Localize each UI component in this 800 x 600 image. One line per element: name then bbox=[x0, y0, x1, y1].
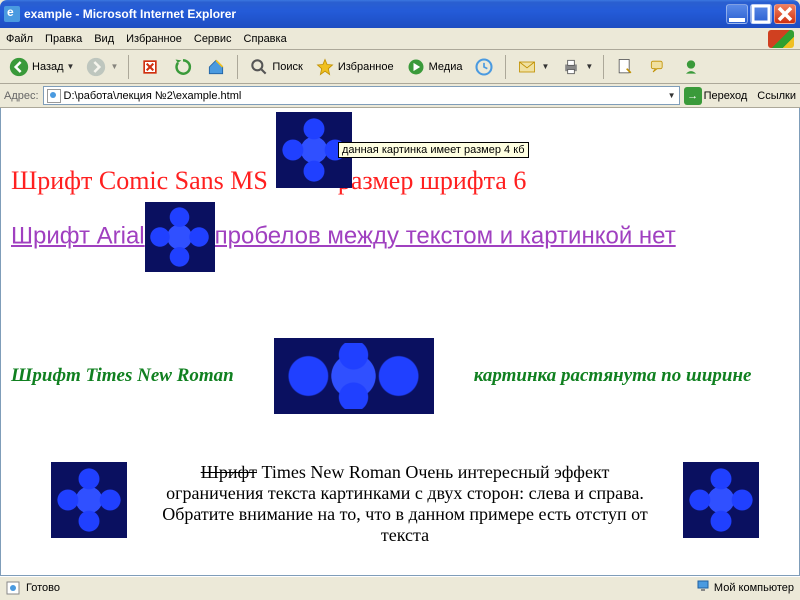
ornament-image-stretched bbox=[274, 338, 434, 414]
go-label: Переход bbox=[704, 90, 748, 102]
messenger-button[interactable] bbox=[676, 54, 706, 80]
window-titlebar: example - Microsoft Internet Explorer bbox=[0, 0, 800, 28]
search-button[interactable]: Поиск bbox=[244, 54, 306, 80]
ornament-image-inline bbox=[145, 202, 215, 272]
times-left-text: Шрифт Times New Roman bbox=[11, 365, 234, 387]
arial-line[interactable]: Шрифт Arial пробелов между текстом и карт… bbox=[11, 202, 789, 272]
chevron-down-icon: ▼ bbox=[110, 62, 118, 71]
search-icon bbox=[248, 56, 270, 78]
computer-icon bbox=[696, 579, 710, 596]
menu-help[interactable]: Справка bbox=[244, 33, 287, 45]
close-button[interactable] bbox=[774, 4, 796, 24]
chevron-down-icon: ▼ bbox=[541, 62, 549, 71]
arial-left-text: Шрифт Arial bbox=[11, 222, 145, 249]
history-button[interactable] bbox=[469, 54, 499, 80]
page-icon bbox=[47, 89, 61, 103]
address-bar: Адрес: D:\работа\лекция №2\example.html … bbox=[0, 84, 800, 108]
ie-logo-icon bbox=[4, 6, 20, 22]
chevron-down-icon: ▼ bbox=[67, 62, 75, 71]
arial-right-text: пробелов между текстом и картинкой нет bbox=[215, 222, 676, 249]
media-button[interactable]: Медиа bbox=[401, 54, 467, 80]
status-zone: Мой компьютер bbox=[714, 582, 794, 594]
media-label: Медиа bbox=[429, 61, 463, 73]
menu-file[interactable]: Файл bbox=[6, 33, 33, 45]
mail-icon bbox=[516, 56, 538, 78]
mail-button[interactable]: ▼ bbox=[512, 54, 553, 80]
comic-left-text: Шрифт Comic Sans MS bbox=[11, 166, 268, 195]
menu-favorites[interactable]: Избранное bbox=[126, 33, 182, 45]
go-icon: → bbox=[684, 87, 702, 105]
page-content: данная картинка имеет размер 4 кб Шрифт … bbox=[0, 108, 800, 576]
forward-icon bbox=[85, 56, 107, 78]
search-label: Поиск bbox=[272, 61, 302, 73]
maximize-button[interactable] bbox=[750, 4, 772, 24]
separator bbox=[505, 55, 506, 79]
menu-edit[interactable]: Правка bbox=[45, 33, 82, 45]
toolbar: Назад ▼ ▼ Поиск Избранное bbox=[0, 50, 800, 84]
separator bbox=[128, 55, 129, 79]
links-label[interactable]: Ссылки bbox=[757, 90, 796, 102]
print-icon bbox=[560, 56, 582, 78]
times-line: Шрифт Times New Roman картинка растянута… bbox=[11, 338, 789, 414]
back-label: Назад bbox=[32, 61, 64, 73]
print-button[interactable]: ▼ bbox=[556, 54, 597, 80]
edit-button[interactable] bbox=[610, 54, 640, 80]
status-ready: Готово bbox=[26, 582, 60, 594]
home-button[interactable] bbox=[201, 54, 231, 80]
windows-logo-icon bbox=[768, 30, 794, 48]
ornament-image-left bbox=[51, 462, 127, 538]
go-button[interactable]: → Переход bbox=[684, 87, 748, 105]
comic-right-text: размер шрифта 6 bbox=[338, 166, 526, 195]
home-icon bbox=[205, 56, 227, 78]
media-icon bbox=[405, 56, 427, 78]
favorites-label: Избранное bbox=[338, 61, 394, 73]
forward-button[interactable]: ▼ bbox=[81, 54, 122, 80]
image-tooltip: данная картинка имеет размер 4 кб bbox=[338, 142, 529, 158]
back-button[interactable]: Назад ▼ bbox=[4, 54, 78, 80]
back-icon bbox=[8, 56, 30, 78]
refresh-button[interactable] bbox=[168, 54, 198, 80]
edit-icon bbox=[614, 56, 636, 78]
menu-tools[interactable]: Сервис bbox=[194, 33, 232, 45]
messenger-icon bbox=[680, 56, 702, 78]
chevron-down-icon[interactable]: ▼ bbox=[668, 91, 676, 100]
menubar: Файл Правка Вид Избранное Сервис Справка bbox=[0, 28, 800, 50]
minimize-button[interactable] bbox=[726, 4, 748, 24]
separator bbox=[237, 55, 238, 79]
chevron-down-icon: ▼ bbox=[585, 62, 593, 71]
bottom-paragraph: Шрифт Times New Roman Очень интересный э… bbox=[11, 462, 789, 546]
separator bbox=[603, 55, 604, 79]
refresh-icon bbox=[172, 56, 194, 78]
bottom-strike-text: Шрифт bbox=[201, 462, 257, 482]
address-input[interactable]: D:\работа\лекция №2\example.html ▼ bbox=[43, 86, 680, 105]
stop-icon bbox=[139, 56, 161, 78]
status-bar: Готово Мой компьютер bbox=[0, 576, 800, 598]
times-right-text: картинка растянута по ширине bbox=[474, 365, 752, 387]
address-value: D:\работа\лекция №2\example.html bbox=[64, 90, 242, 102]
discuss-icon bbox=[647, 56, 669, 78]
menu-view[interactable]: Вид bbox=[94, 33, 114, 45]
ornament-image-right bbox=[683, 462, 759, 538]
star-icon bbox=[314, 56, 336, 78]
address-label: Адрес: bbox=[4, 90, 39, 102]
favorites-button[interactable]: Избранное bbox=[310, 54, 398, 80]
window-title: example - Microsoft Internet Explorer bbox=[24, 7, 236, 21]
history-icon bbox=[473, 56, 495, 78]
comic-sans-line: Шрифт Comic Sans MS размер шрифта 6 bbox=[11, 166, 789, 196]
done-icon bbox=[6, 581, 20, 595]
stop-button[interactable] bbox=[135, 54, 165, 80]
discuss-button[interactable] bbox=[643, 54, 673, 80]
